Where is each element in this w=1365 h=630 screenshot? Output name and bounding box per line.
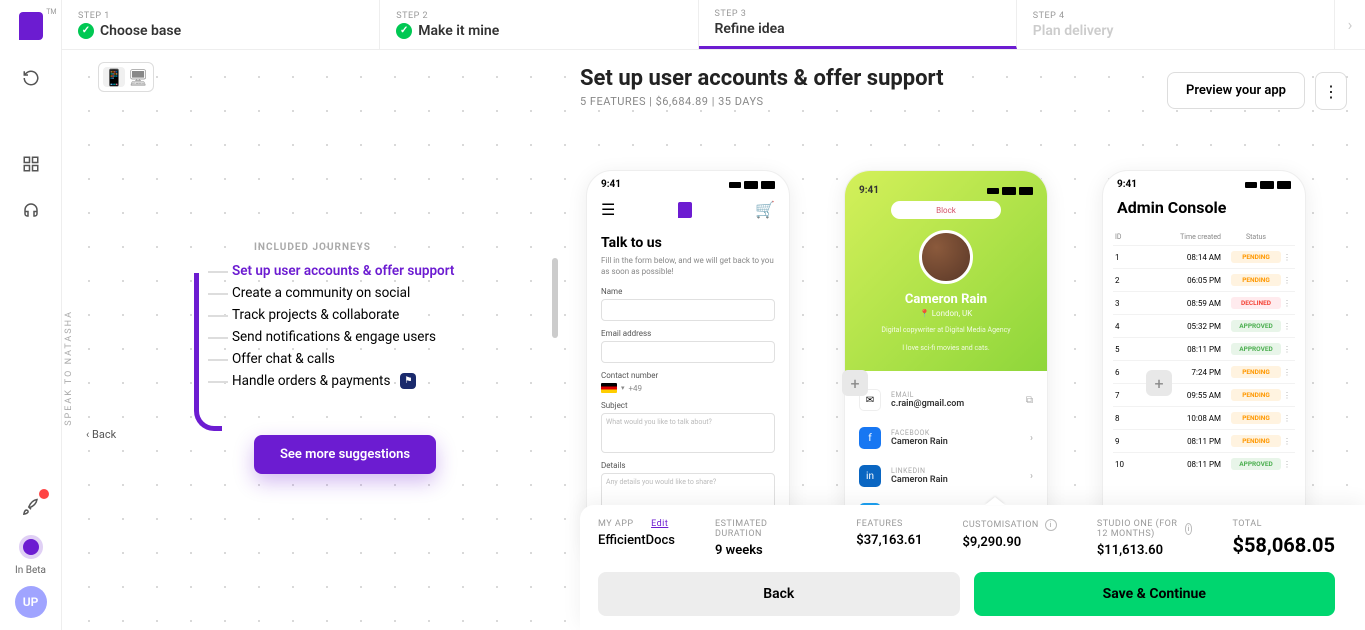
features-cost: $37,163.61 (856, 533, 922, 548)
undo-icon[interactable] (13, 60, 49, 96)
mockup-contact-form[interactable]: 9:41 ☰🛒 Talk to us Fill in the form belo… (586, 170, 790, 560)
table-row: 508:11 PMAPPROVED⋮ (1113, 337, 1295, 360)
social-row: inLINKEDINCameron Rain› (859, 457, 1033, 495)
journey-item[interactable]: Send notifications & engage users (194, 329, 454, 345)
check-icon (396, 23, 412, 39)
scrollbar[interactable] (552, 258, 558, 338)
mockup-admin-console[interactable]: 9:41 Admin Console IDTime createdStatus … (1102, 170, 1306, 560)
add-screen-button[interactable]: + (1146, 370, 1172, 396)
user-avatar[interactable]: UP (15, 586, 47, 618)
info-icon[interactable]: i (1185, 523, 1193, 535)
step-3[interactable]: STEP 3 Refine idea (699, 0, 1017, 49)
headset-icon[interactable] (13, 192, 49, 228)
caret-up-icon[interactable] (985, 497, 1001, 505)
table-row: 709:55 AMPENDING⋮ (1113, 383, 1295, 406)
more-icon: ⋮ (1281, 368, 1293, 377)
mockups: 9:41 ☰🛒 Talk to us Fill in the form belo… (586, 170, 1306, 560)
menu-icon: ☰ (601, 200, 615, 219)
desktop-icon[interactable]: 🖥 (127, 67, 149, 87)
back-button[interactable]: Back (598, 572, 960, 616)
stepper: STEP 1 Choose base STEP 2 Make it mine S… (62, 0, 1365, 50)
step-1[interactable]: STEP 1 Choose base (62, 0, 380, 49)
more-icon: ⋮ (1281, 322, 1293, 331)
mockup-profile[interactable]: 9:41 Block Cameron Rain 📍 London, UK Dig… (844, 170, 1048, 560)
table-row: 908:11 PMPENDING⋮ (1113, 429, 1295, 452)
preview-button[interactable]: Preview your app (1167, 72, 1305, 109)
app-logo-icon (678, 202, 692, 218)
flag-de-icon (601, 383, 617, 393)
journeys-panel: INCLUDED JOURNEYS Set up user accounts &… (194, 242, 454, 474)
more-icon: ⋮ (1281, 437, 1293, 446)
speak-to-natasha[interactable]: SPEAK TO NATASHA (64, 310, 74, 426)
block-pill: Block (891, 201, 1001, 219)
check-icon (78, 23, 94, 39)
duration-value: 9 weeks (715, 543, 776, 558)
builder-logo[interactable] (19, 12, 43, 40)
profile-avatar (919, 230, 973, 284)
journey-item[interactable]: Track projects & collaborate (194, 307, 454, 323)
table-row: 206:05 PMPENDING⋮ (1113, 268, 1295, 291)
name-input (601, 299, 775, 321)
chevron-right-icon[interactable]: › (1335, 0, 1365, 49)
step-2[interactable]: STEP 2 Make it mine (380, 0, 698, 49)
flag-icon: ⚑ (400, 373, 416, 389)
more-icon: ⋮ (1281, 345, 1293, 354)
apps-icon[interactable] (13, 146, 49, 182)
linkedin-icon: in (859, 465, 881, 487)
more-icon: ⋮ (1281, 253, 1293, 262)
journey-item[interactable]: Set up user accounts & offer support (194, 263, 454, 279)
info-icon[interactable]: i (1045, 519, 1057, 531)
social-row: fFACEBOOKCameron Rain› (859, 419, 1033, 457)
device-toggle: 📱 🖥 (98, 62, 154, 92)
footer-bar: MY APP Edit EfficientDocs ESTIMATED DURA… (580, 505, 1365, 630)
journey-item[interactable]: Create a community on social (194, 285, 454, 301)
rocket-icon[interactable] (13, 489, 49, 525)
beta-indicator (19, 535, 43, 559)
journeys-title: INCLUDED JOURNEYS (254, 242, 454, 253)
table-row: 405:32 PMAPPROVED⋮ (1113, 314, 1295, 337)
sidebar: In Beta UP (0, 0, 62, 630)
page-heading: Set up user accounts & offer support 5 F… (580, 66, 944, 108)
more-icon: ⋮ (1281, 299, 1293, 308)
cart-icon: 🛒 (755, 200, 775, 219)
back-link[interactable]: ‹ Back (86, 428, 116, 441)
beta-label: In Beta (15, 565, 46, 576)
total-cost: $58,068.05 (1232, 533, 1335, 557)
save-continue-button[interactable]: Save & Continue (974, 572, 1336, 616)
more-icon: ⋮ (1281, 414, 1293, 423)
studio-cost: $11,613.60 (1097, 543, 1193, 558)
add-screen-button[interactable]: + (842, 370, 868, 396)
more-icon[interactable]: ⋮ (1315, 72, 1347, 110)
page-title: Set up user accounts & offer support (580, 66, 944, 91)
customisation-cost: $9,290.90 (962, 535, 1056, 550)
journey-item[interactable]: Offer chat & calls (194, 351, 454, 367)
table-row: 67:24 PMPENDING⋮ (1113, 360, 1295, 383)
more-icon: ⋮ (1281, 391, 1293, 400)
journey-item[interactable]: Handle orders & payments⚑ (194, 373, 454, 389)
facebook-icon: f (859, 427, 881, 449)
edit-link[interactable]: Edit (651, 519, 668, 529)
table-row: 108:14 AMPENDING⋮ (1113, 245, 1295, 268)
table-row: 308:59 AMDECLINED⋮ (1113, 291, 1295, 314)
see-more-button[interactable]: See more suggestions (254, 435, 436, 474)
email-input (601, 341, 775, 363)
more-icon: ⋮ (1281, 460, 1293, 469)
subject-input: What would you like to talk about? (601, 413, 775, 453)
table-row: 810:08 AMPENDING⋮ (1113, 406, 1295, 429)
table-row: 1008:11 PMAPPROVED⋮ (1113, 452, 1295, 475)
social-row: ✉EMAILc.rain@gmail.com⧉ (859, 381, 1033, 419)
page-meta: 5 FEATURES | $6,684.89 | 35 DAYS (580, 95, 944, 108)
step-4[interactable]: STEP 4 Plan delivery (1017, 0, 1335, 49)
app-name: EfficientDocs (598, 533, 675, 548)
more-icon: ⋮ (1281, 276, 1293, 285)
canvas: 📱 🖥 Set up user accounts & offer support… (62, 50, 1365, 630)
mobile-icon[interactable]: 📱 (103, 67, 125, 87)
